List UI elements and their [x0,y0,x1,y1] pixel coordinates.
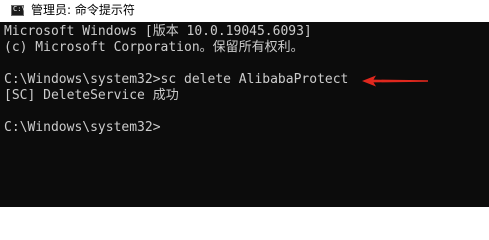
cmd-icon-glyph: C:\ [13,5,26,13]
console-line-prompt: C:\Windows\system32> [4,120,161,135]
console-line-command: C:\Windows\system32>sc delete AlibabaPro… [4,72,349,87]
window-title: 管理员: 命令提示符 [31,3,135,17]
title-bar[interactable]: C:\ 管理员: 命令提示符 [0,0,489,22]
console-line-version: Microsoft Windows [版本 10.0.19045.6093] [4,24,312,39]
console-line-result: [SC] DeleteService 成功 [4,88,179,103]
cmd-icon[interactable]: C:\ [11,5,26,16]
red-arrow-icon [362,75,428,87]
console-line-copyright: (c) Microsoft Corporation。保留所有权利。 [4,40,304,55]
console-output-area[interactable]: Microsoft Windows [版本 10.0.19045.6093] (… [0,22,489,207]
command-prompt-window: C:\ 管理员: 命令提示符 Microsoft Windows [版本 10.… [0,0,489,207]
